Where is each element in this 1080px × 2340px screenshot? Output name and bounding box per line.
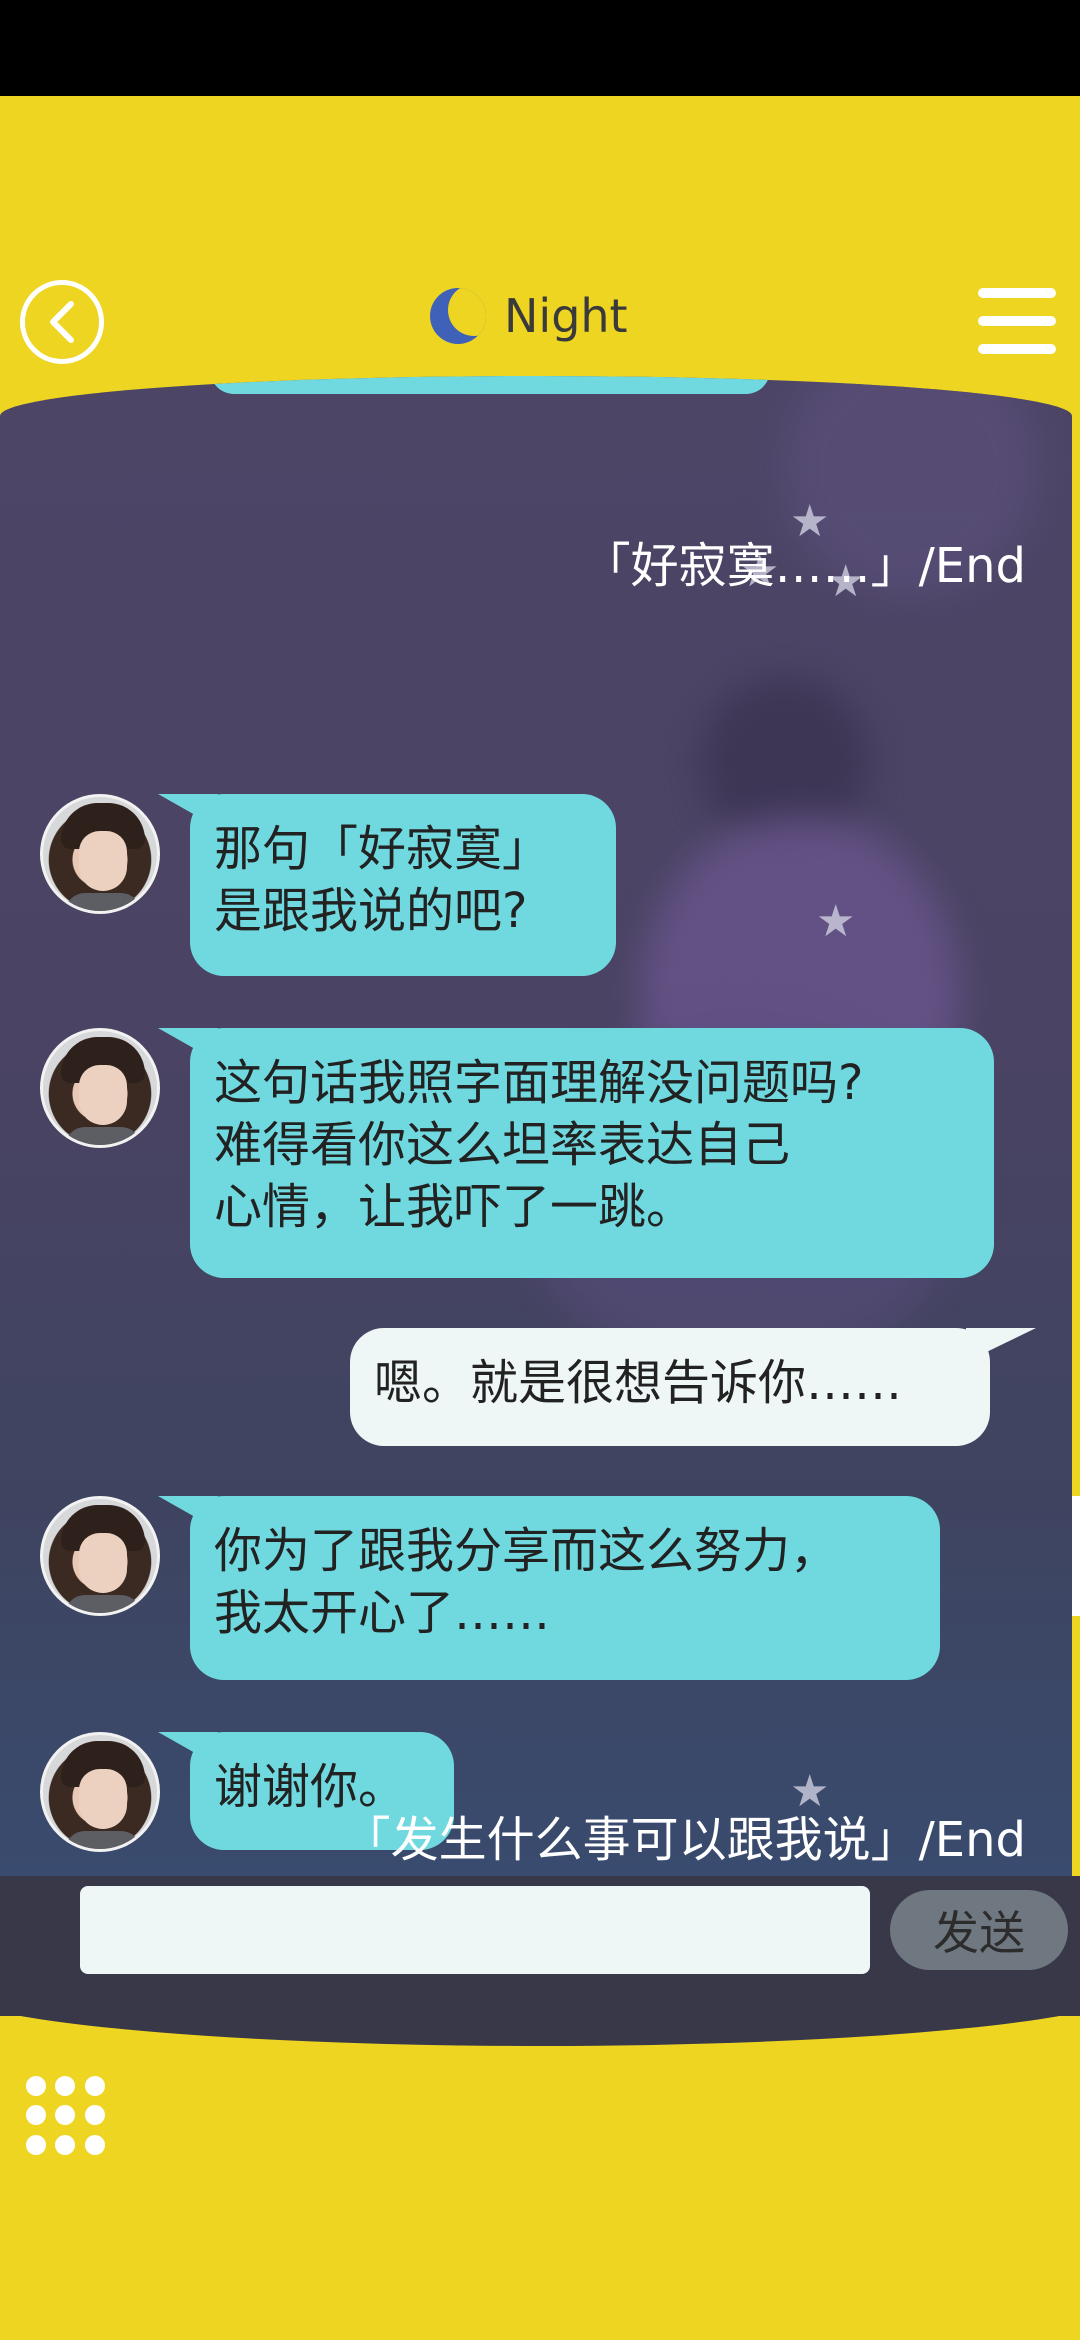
chat-area[interactable]: ★ ★ ★ ★ ★ 「好寂寞……」/End 那句「好寂寞」 是跟我说的吧? 这句… bbox=[0, 376, 1072, 1876]
header: Night bbox=[0, 96, 1080, 396]
avatar[interactable] bbox=[40, 1028, 160, 1148]
message-bubble: 那句「好寂寞」 是跟我说的吧? bbox=[158, 794, 616, 976]
message-input[interactable] bbox=[80, 1886, 870, 1974]
end-marker: 「发生什么事可以跟我说」/End bbox=[342, 1812, 1026, 1868]
send-button[interactable]: 发送 bbox=[890, 1890, 1068, 1970]
end-marker: 「好寂寞……」/End bbox=[582, 538, 1026, 594]
scrollbar-edge bbox=[1072, 1496, 1080, 1616]
page-title: Night bbox=[504, 289, 628, 343]
message-bubble: 嗯。就是很想告诉你…… bbox=[350, 1328, 1036, 1446]
menu-icon[interactable] bbox=[978, 288, 1056, 354]
avatar[interactable] bbox=[40, 794, 160, 914]
title-group: Night bbox=[430, 280, 628, 352]
apps-grid-icon[interactable] bbox=[26, 2076, 106, 2156]
message-bubble: 你为了跟我分享而这么努力， 我太开心了…… bbox=[158, 1496, 940, 1680]
message-bubble: 这句话我照字面理解没问题吗? 难得看你这么坦率表达自己 心情，让我吓了一跳。 bbox=[158, 1028, 994, 1278]
composer: 发送 bbox=[0, 1876, 1080, 2016]
star-icon: ★ bbox=[816, 896, 856, 947]
chevron-left-icon bbox=[50, 301, 74, 343]
back-button[interactable] bbox=[20, 280, 104, 364]
avatar[interactable] bbox=[40, 1732, 160, 1852]
avatar[interactable] bbox=[40, 1496, 160, 1616]
previous-bubble-edge bbox=[210, 376, 770, 394]
moon-icon bbox=[430, 288, 486, 344]
app-frame: Night ★ ★ ★ ★ ★ 「好寂寞……」/End 那句「好寂寞」 是跟我说… bbox=[0, 96, 1080, 2340]
